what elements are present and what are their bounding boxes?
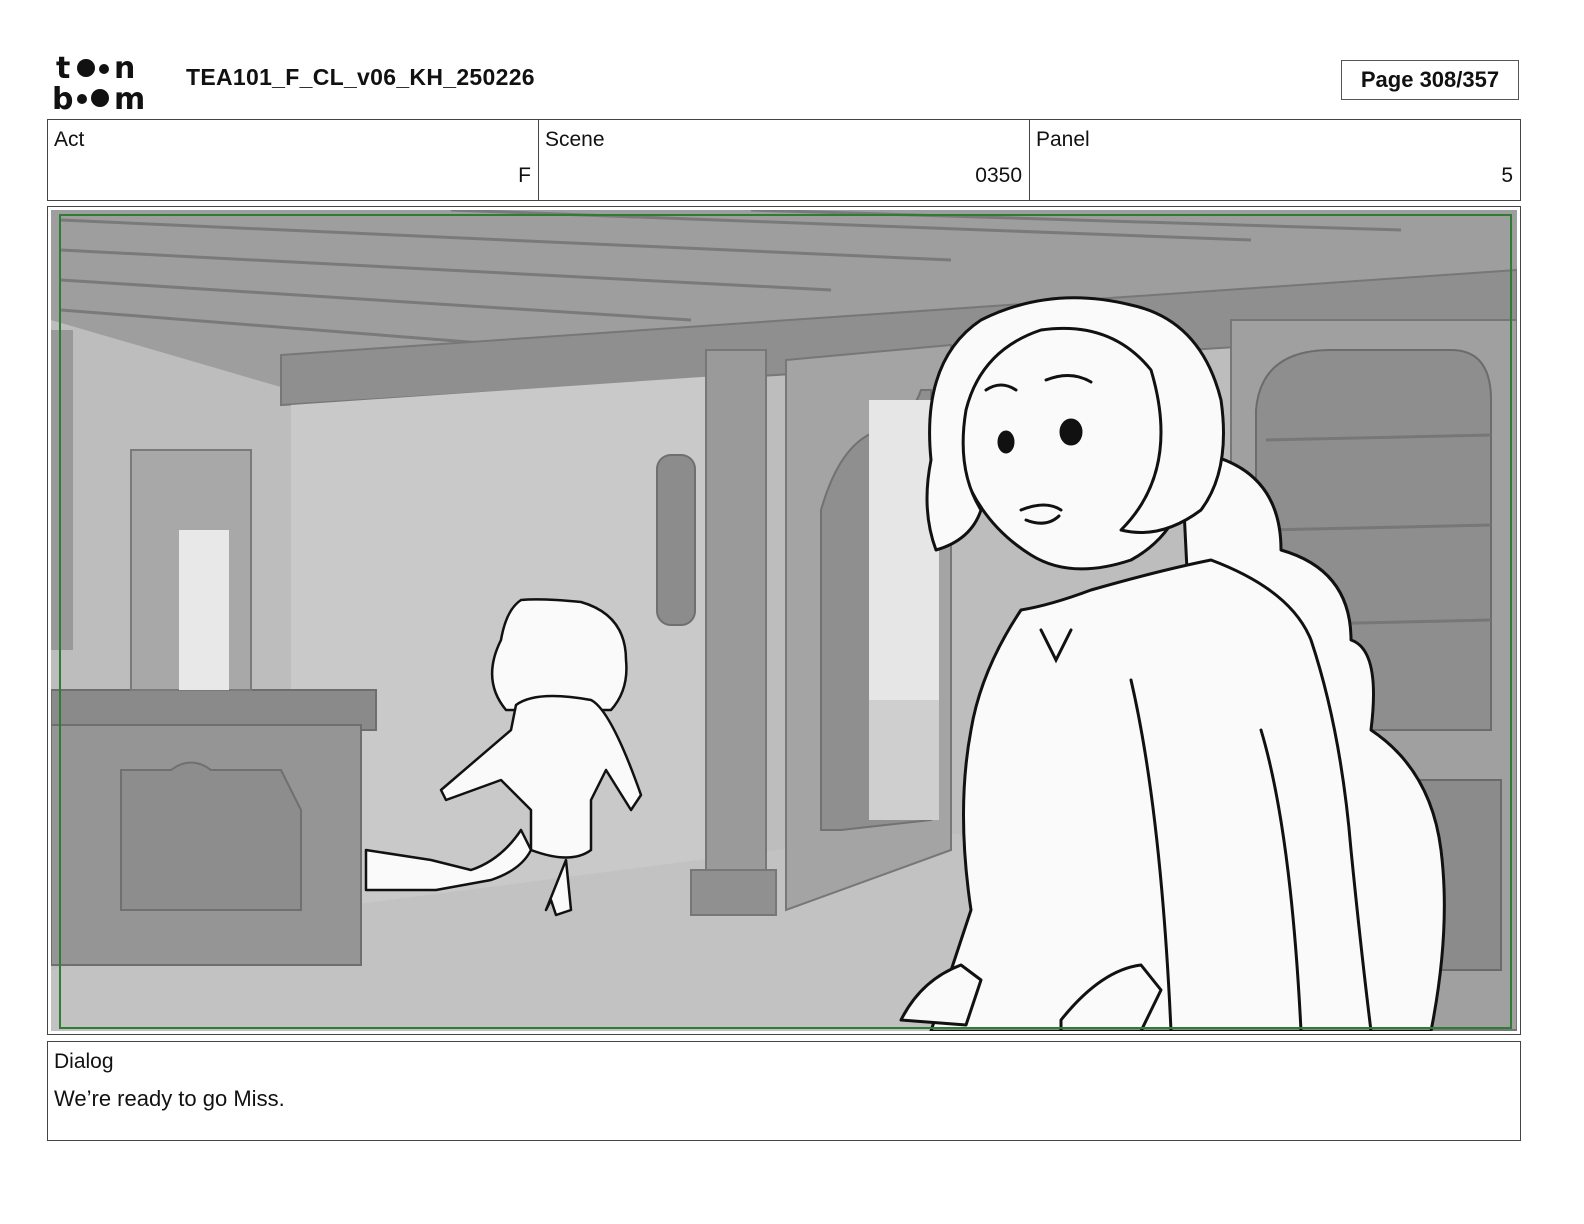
scene-cell: Scene 0350 xyxy=(539,120,1030,200)
storyboard-panel xyxy=(47,206,1521,1035)
info-table: Act F Scene 0350 Panel 5 xyxy=(47,119,1521,201)
dialog-box: Dialog We’re ready to go Miss. xyxy=(47,1041,1521,1141)
panel-value: 5 xyxy=(1501,164,1513,187)
act-value: F xyxy=(518,164,531,187)
svg-text:m: m xyxy=(114,82,145,112)
svg-text:b: b xyxy=(52,82,73,112)
svg-text:t: t xyxy=(56,52,70,86)
scene-label: Scene xyxy=(545,128,605,151)
page-indicator: Page 308/357 xyxy=(1341,60,1519,100)
dialog-text: We’re ready to go Miss. xyxy=(54,1086,285,1111)
act-cell: Act F xyxy=(48,120,539,200)
svg-text:n: n xyxy=(114,52,135,86)
document-title: TEA101_F_CL_v06_KH_250226 xyxy=(186,64,535,90)
dialog-label: Dialog xyxy=(54,1050,114,1073)
act-label: Act xyxy=(54,128,85,151)
panel-cell: Panel 5 xyxy=(1030,120,1520,200)
panel-label: Panel xyxy=(1036,128,1090,151)
storyboard-drawing xyxy=(51,210,1517,1031)
toon-boom-logo: t n b m xyxy=(52,52,145,112)
scene-value: 0350 xyxy=(975,164,1022,187)
